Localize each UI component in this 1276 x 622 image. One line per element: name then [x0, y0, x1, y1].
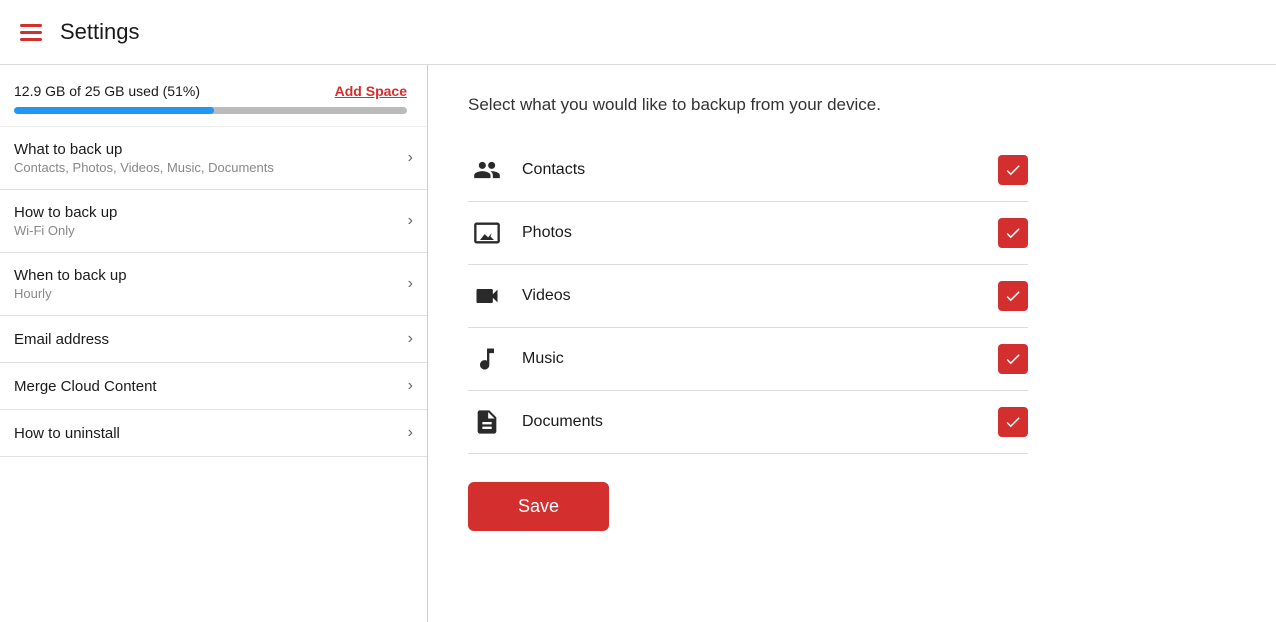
backup-label-videos: Videos — [522, 287, 998, 305]
photos-icon — [468, 214, 506, 252]
menu-item-subtitle: Contacts, Photos, Videos, Music, Documen… — [14, 160, 274, 175]
menu-item-title: How to uninstall — [14, 425, 120, 442]
save-button[interactable]: Save — [468, 482, 609, 531]
left-panel: 12.9 GB of 25 GB used (51%) Add Space Wh… — [0, 65, 428, 622]
header: Settings — [0, 0, 1276, 65]
menu-item-how-to-back-up[interactable]: How to back up Wi-Fi Only › — [0, 190, 427, 253]
storage-section: 12.9 GB of 25 GB used (51%) Add Space — [0, 65, 427, 127]
videos-icon — [468, 277, 506, 315]
chevron-right-icon: › — [408, 424, 413, 442]
storage-text: 12.9 GB of 25 GB used (51%) — [14, 83, 200, 99]
menu-item-title: Email address — [14, 331, 109, 348]
storage-progress-bar-bg — [14, 107, 407, 114]
right-panel-title: Select what you would like to backup fro… — [468, 95, 1236, 115]
backup-checkbox-music[interactable] — [998, 344, 1028, 374]
menu-item-email-address[interactable]: Email address › — [0, 316, 427, 363]
page-title: Settings — [60, 19, 140, 45]
backup-checkbox-documents[interactable] — [998, 407, 1028, 437]
main-layout: 12.9 GB of 25 GB used (51%) Add Space Wh… — [0, 65, 1276, 622]
chevron-right-icon: › — [408, 330, 413, 348]
menu-icon[interactable] — [20, 24, 42, 41]
backup-checkbox-videos[interactable] — [998, 281, 1028, 311]
add-space-link[interactable]: Add Space — [335, 83, 407, 99]
music-icon — [468, 340, 506, 378]
backup-item-documents: Documents — [468, 391, 1028, 454]
backup-checkbox-contacts[interactable] — [998, 155, 1028, 185]
chevron-right-icon: › — [408, 377, 413, 395]
chevron-right-icon: › — [408, 212, 413, 230]
right-panel: Select what you would like to backup fro… — [428, 65, 1276, 622]
storage-info: 12.9 GB of 25 GB used (51%) Add Space — [14, 83, 407, 99]
menu-item-title: How to back up — [14, 204, 117, 221]
backup-item-music: Music — [468, 328, 1028, 391]
backup-item-photos: Photos — [468, 202, 1028, 265]
menu-list: What to back up Contacts, Photos, Videos… — [0, 127, 427, 457]
backup-label-photos: Photos — [522, 224, 998, 242]
menu-item-subtitle: Wi-Fi Only — [14, 223, 117, 238]
chevron-right-icon: › — [408, 275, 413, 293]
backup-label-documents: Documents — [522, 413, 998, 431]
menu-item-title: Merge Cloud Content — [14, 378, 157, 395]
menu-item-subtitle: Hourly — [14, 286, 127, 301]
chevron-right-icon: › — [408, 149, 413, 167]
backup-item-contacts: Contacts — [468, 139, 1028, 202]
backup-label-contacts: Contacts — [522, 161, 998, 179]
menu-item-what-to-back-up[interactable]: What to back up Contacts, Photos, Videos… — [0, 127, 427, 190]
documents-icon — [468, 403, 506, 441]
backup-label-music: Music — [522, 350, 998, 368]
menu-item-merge-cloud-content[interactable]: Merge Cloud Content › — [0, 363, 427, 410]
menu-item-when-to-back-up[interactable]: When to back up Hourly › — [0, 253, 427, 316]
backup-checkbox-photos[interactable] — [998, 218, 1028, 248]
menu-item-title: What to back up — [14, 141, 274, 158]
backup-item-videos: Videos — [468, 265, 1028, 328]
storage-progress-bar-fill — [14, 107, 214, 114]
menu-item-how-to-uninstall[interactable]: How to uninstall › — [0, 410, 427, 457]
contacts-icon — [468, 151, 506, 189]
menu-item-title: When to back up — [14, 267, 127, 284]
backup-list: Contacts Photos — [468, 139, 1028, 454]
